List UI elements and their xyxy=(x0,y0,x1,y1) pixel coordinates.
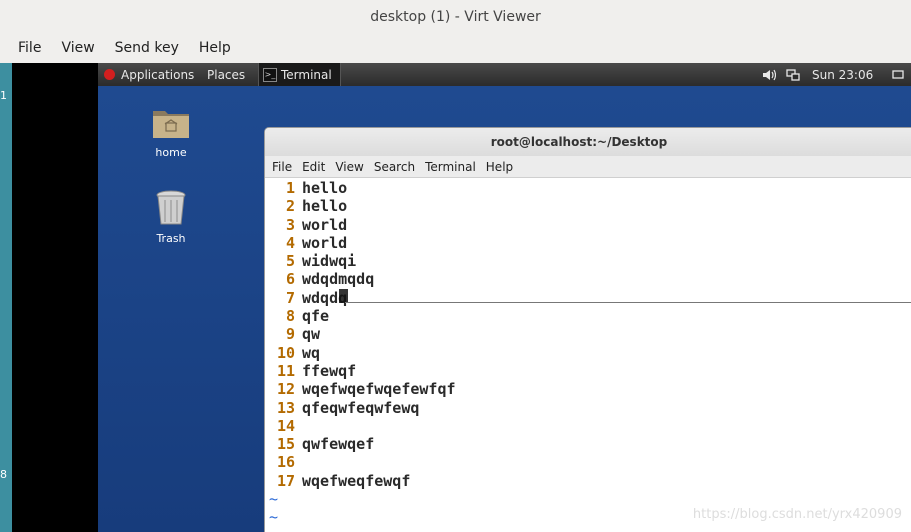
line-text: wqefweqfewqf xyxy=(302,471,411,490)
empty-line-tilde: ~ xyxy=(269,490,279,509)
guest-black-area xyxy=(12,63,98,532)
terminal-menu-edit[interactable]: Edit xyxy=(297,160,330,174)
terminal-task-label: Terminal xyxy=(281,67,332,82)
line-text: ffewqf xyxy=(302,361,357,380)
redhat-icon xyxy=(104,69,115,80)
terminal-text-area[interactable]: 1 hello 2 hello 3 world 4 world 5 widwqi 6 wdqdmqdq… xyxy=(265,178,911,527)
line-text: hello xyxy=(302,179,348,197)
applications-label: Applications xyxy=(121,67,195,82)
cursorline xyxy=(345,302,911,303)
terminal-menubar: File Edit View Search Terminal Help xyxy=(265,156,911,178)
system-status-icon[interactable] xyxy=(892,63,904,86)
line-number: 5 xyxy=(285,252,295,271)
window-title: desktop (1) - Virt Viewer xyxy=(0,0,911,33)
text-cursor xyxy=(339,288,349,303)
editor-line[interactable]: 13 qfeqwfeqwfewq xyxy=(269,399,911,417)
folder-icon xyxy=(153,111,189,138)
places-label: Places xyxy=(207,67,246,82)
editor-line[interactable]: 10 wq xyxy=(269,344,911,362)
line-number: 11 xyxy=(276,361,295,380)
terminal-menu-view[interactable]: View xyxy=(330,160,368,174)
clock[interactable]: Sun 23:06 xyxy=(812,63,873,86)
line-text: qw xyxy=(302,325,321,344)
editor-line[interactable]: 15 qwfewqef xyxy=(269,435,911,453)
line-number: 2 xyxy=(285,197,295,216)
line-text: hello xyxy=(302,197,348,216)
trash-label: Trash xyxy=(156,232,186,245)
editor-line[interactable]: 11 ffewqf xyxy=(269,362,911,380)
terminal-menu-terminal[interactable]: Terminal xyxy=(420,160,481,174)
terminal-menu-help[interactable]: Help xyxy=(481,160,518,174)
network-icon[interactable] xyxy=(786,63,800,86)
line-number: 1 xyxy=(285,179,295,197)
line-text: world xyxy=(302,215,348,234)
window-menubar: File View Send key Help xyxy=(0,33,911,63)
terminal-title[interactable]: root@localhost:~/Desktop xyxy=(265,128,911,156)
editor-line[interactable]: 4 world xyxy=(269,234,911,252)
line-number: 17 xyxy=(276,471,295,490)
line-number: 10 xyxy=(276,343,295,362)
line-number: 12 xyxy=(276,380,295,399)
editor-line[interactable]: 7 wdqdq xyxy=(269,288,911,307)
line-text: wdqdmqdq xyxy=(302,270,375,289)
editor-line[interactable]: 5 widwqi xyxy=(269,252,911,270)
editor-line[interactable]: 1 hello xyxy=(269,179,911,197)
line-number: 9 xyxy=(285,325,295,344)
line-number: 14 xyxy=(276,416,295,435)
line-number: 15 xyxy=(276,435,295,454)
line-number: 13 xyxy=(276,398,295,417)
line-number: 4 xyxy=(285,233,295,252)
terminal-icon: >_ xyxy=(263,67,277,82)
line-text: qfeqwfeqwfewq xyxy=(302,398,420,417)
editor-line[interactable]: 6 wdqdmqdq xyxy=(269,270,911,288)
terminal-menu-file[interactable]: File xyxy=(267,160,297,174)
line-text: wq xyxy=(302,343,321,362)
host-marker-top: 1 xyxy=(0,89,7,102)
editor-line[interactable]: 14 xyxy=(269,417,911,435)
line-number: 3 xyxy=(285,215,295,234)
editor-line[interactable]: 12 wqefwqefwqefewfqf xyxy=(269,380,911,398)
line-number: 16 xyxy=(276,453,295,472)
applications-menu[interactable]: Applications xyxy=(104,63,194,86)
desktop-icon-home[interactable]: home xyxy=(136,106,206,159)
host-desktop-strip: 1 8 xyxy=(0,63,12,532)
editor-line[interactable]: 16 xyxy=(269,453,911,471)
line-number: 7 xyxy=(285,288,295,307)
line-number: 8 xyxy=(285,307,295,326)
editor-line[interactable]: 17 wqefweqfewqf xyxy=(269,472,911,490)
menu-send-key[interactable]: Send key xyxy=(105,40,189,56)
menu-help[interactable]: Help xyxy=(189,40,241,56)
host-marker-bottom: 8 xyxy=(0,468,7,481)
line-text: wqefwqefwqefewfqf xyxy=(302,380,456,399)
editor-line[interactable]: 3 world xyxy=(269,216,911,234)
gnome-top-bar: Applications Places >_ Terminal Sun 23:0… xyxy=(98,63,911,86)
line-number: 6 xyxy=(285,270,295,289)
terminal-window[interactable]: root@localhost:~/Desktop File Edit View … xyxy=(264,127,911,532)
line-text: world xyxy=(302,233,348,252)
editor-line[interactable]: 8 qfe xyxy=(269,307,911,325)
home-label: home xyxy=(155,146,187,159)
line-text: qfe xyxy=(302,307,330,326)
places-menu[interactable]: Places xyxy=(207,63,245,86)
line-text: qwfewqef xyxy=(302,435,375,454)
volume-icon[interactable] xyxy=(762,63,776,86)
editor-line[interactable]: 2 hello xyxy=(269,197,911,215)
watermark: https://blog.csdn.net/yrx420909 xyxy=(692,507,902,522)
menu-view[interactable]: View xyxy=(51,40,104,56)
line-text: widwqi xyxy=(302,252,357,271)
trash-icon xyxy=(156,190,186,225)
terminal-taskbar-button[interactable]: >_ Terminal xyxy=(258,63,341,86)
editor-line[interactable]: 9 qw xyxy=(269,325,911,343)
desktop-icon-trash[interactable]: Trash xyxy=(136,190,206,245)
menu-file[interactable]: File xyxy=(8,40,51,56)
terminal-menu-search[interactable]: Search xyxy=(369,160,420,174)
